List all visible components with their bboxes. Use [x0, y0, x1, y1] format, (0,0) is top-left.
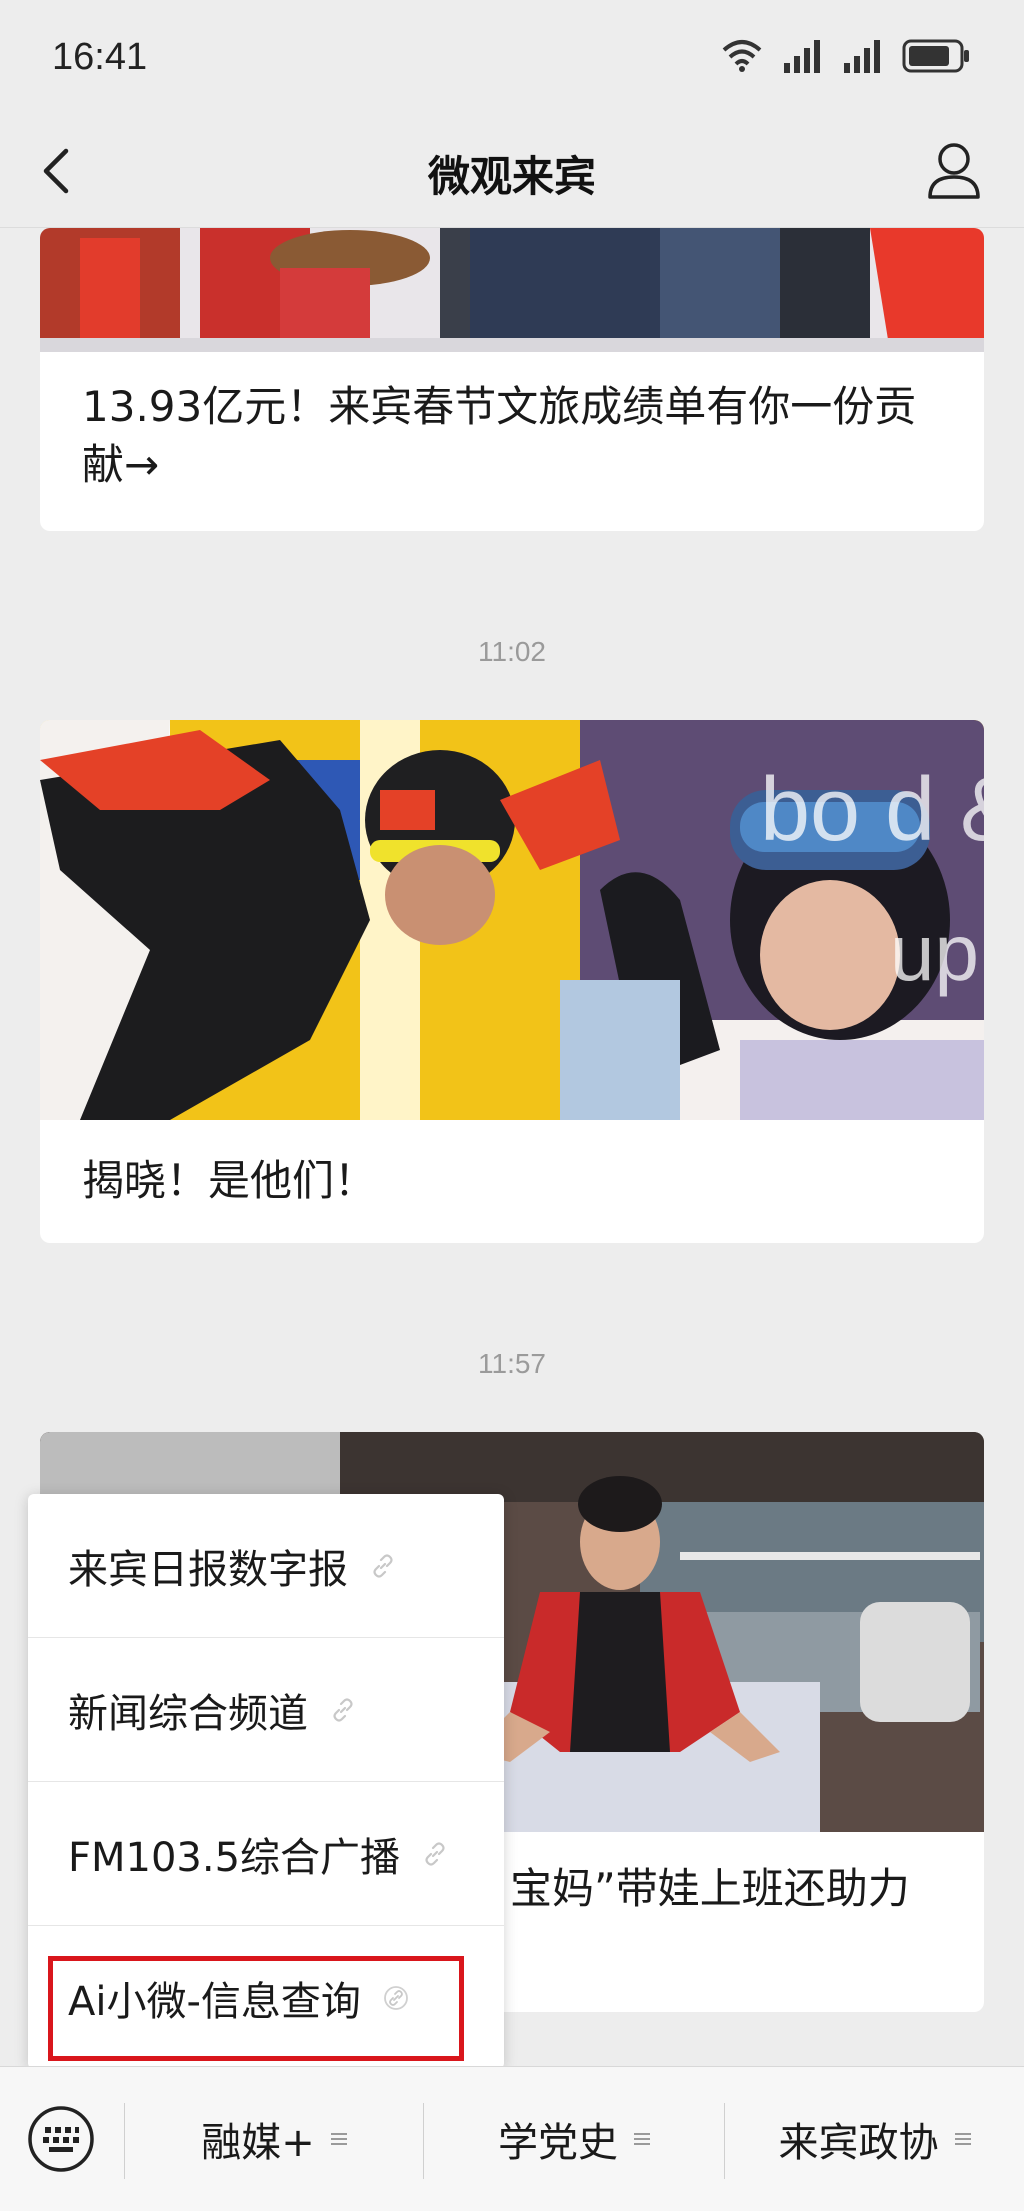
message-timestamp: 11:02 — [478, 636, 546, 667]
link-icon — [333, 1697, 353, 1722]
wifi-icon — [722, 40, 762, 72]
menu-lines-icon — [330, 2133, 347, 2145]
link-icon — [425, 1841, 445, 1866]
status-icons — [720, 38, 972, 74]
article-title: 13.93亿元！来宾春节文旅成绩单有你一份贡献→ — [82, 382, 917, 489]
athletes-photo: bo d & up — [40, 720, 984, 1120]
bottom-menu-bar: 融媒+ 学党史 来宾政协 — [0, 2066, 1024, 2211]
festival-crowd-photo — [40, 228, 984, 352]
signal-icon — [784, 40, 820, 73]
tab-label: 融媒+ — [201, 2120, 315, 2166]
svg-text:up: up — [890, 908, 979, 997]
highlight-box — [48, 1956, 464, 2061]
message-timestamp: 11:57 — [478, 1348, 546, 1379]
menu-item-label: 来宾日报数字报 — [68, 1546, 348, 1593]
article-card[interactable]: 13.93亿元！来宾春节文旅成绩单有你一份贡献→ — [40, 228, 984, 531]
menu-item-news-channel[interactable]: 新闻综合频道 — [28, 1638, 504, 1782]
status-time: 16:41 — [52, 36, 148, 78]
nav-bar: 微观来宾 — [0, 115, 1024, 228]
keyboard-icon[interactable] — [27, 2105, 95, 2173]
menu-lines-icon — [634, 2133, 650, 2145]
svg-text:bo d &: bo d & — [760, 760, 984, 860]
tab-rongmei[interactable]: 融媒+ — [125, 2067, 423, 2211]
tab-party-history[interactable]: 学党史 — [424, 2067, 724, 2211]
custom-menu-popup: 来宾日报数字报 新闻综合频道 FM103.5综合广播 Ai小微-信息查询 — [28, 1494, 504, 2069]
menu-lines-icon — [954, 2133, 971, 2145]
menu-item-fm-radio[interactable]: FM103.5综合广播 — [28, 1782, 504, 1926]
user-icon[interactable] — [924, 139, 984, 203]
menu-item-label: FM103.5综合广播 — [68, 1834, 401, 1881]
article-title: 宝妈”带娃上班还助力 — [510, 1864, 910, 1913]
tab-label: 学党史 — [498, 2120, 618, 2166]
status-bar: 16:41 — [0, 0, 1024, 115]
article-card[interactable]: bo d & up 揭晓！是他们！ — [40, 720, 984, 1243]
link-icon — [373, 1553, 393, 1578]
signal-icon — [844, 40, 880, 73]
tab-label: 来宾政协 — [778, 2120, 939, 2166]
page-title: 微观来宾 — [427, 152, 596, 201]
menu-item-ai-info-query[interactable]: Ai小微-信息查询 — [28, 1926, 504, 2069]
battery-icon — [902, 39, 969, 73]
article-title: 揭晓！是他们！ — [82, 1156, 377, 1205]
menu-item-label: 新闻综合频道 — [68, 1690, 308, 1737]
tab-cppcc[interactable]: 来宾政协 — [725, 2067, 1024, 2211]
menu-item-digital-newspaper[interactable]: 来宾日报数字报 — [28, 1494, 504, 1638]
